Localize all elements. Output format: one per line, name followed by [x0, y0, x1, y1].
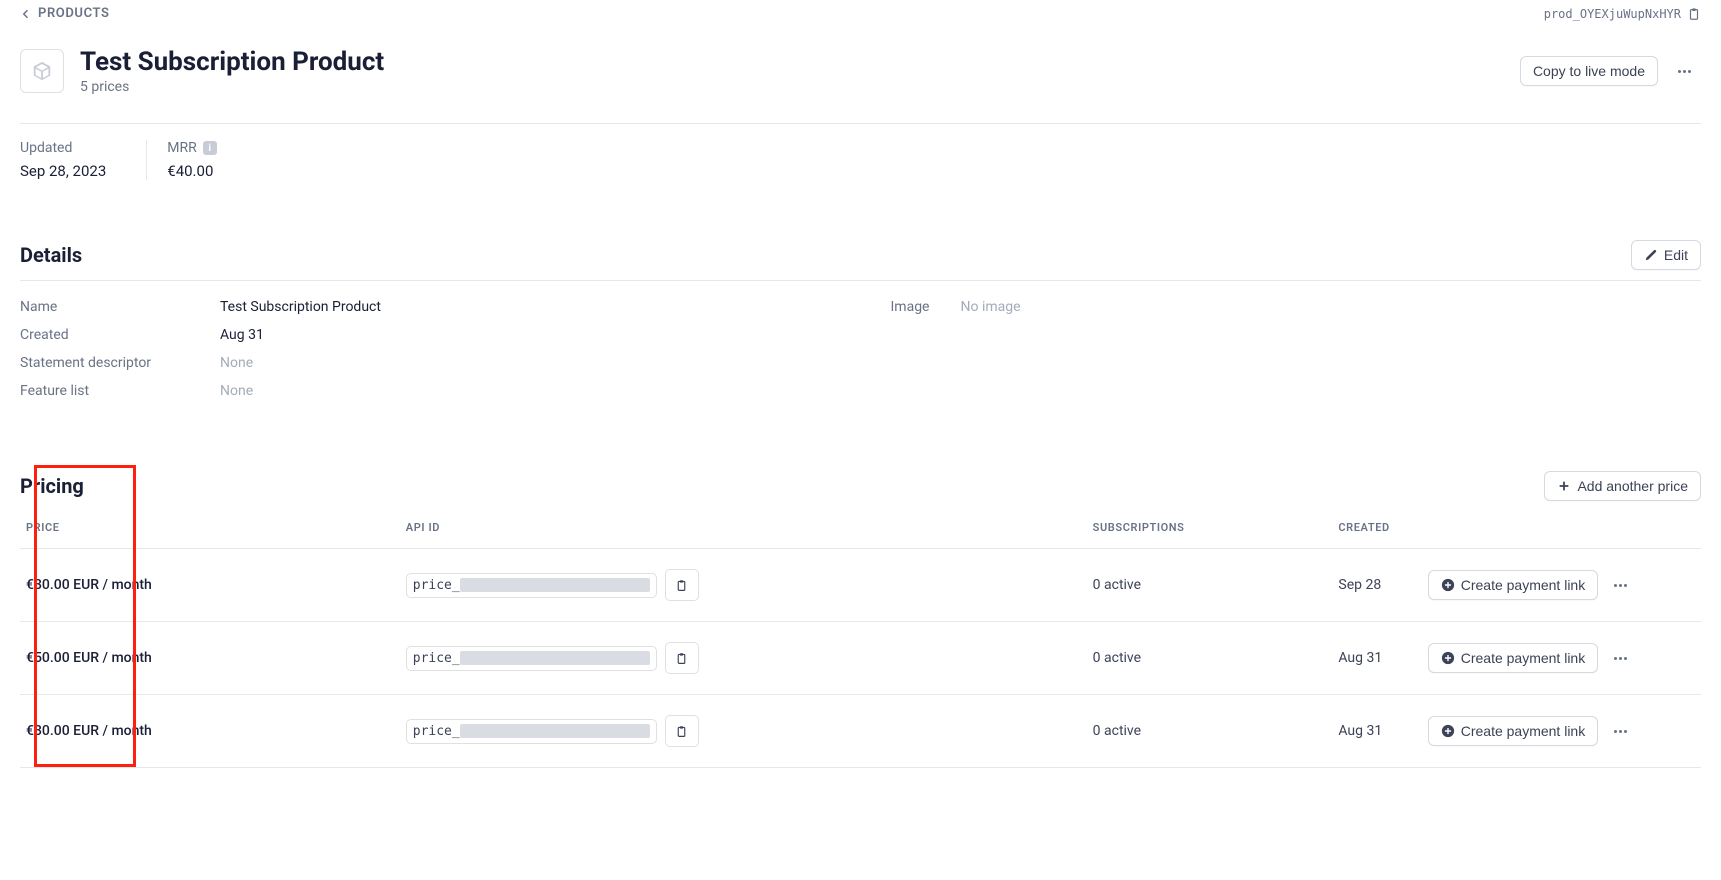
create-payment-link-button[interactable]: Create payment link	[1428, 570, 1599, 600]
create-payment-link-button[interactable]: Create payment link	[1428, 643, 1599, 673]
detail-image-value: No image	[961, 299, 1021, 315]
api-id-prefix: price_	[413, 724, 460, 739]
detail-created-value: Aug 31	[220, 327, 264, 343]
table-row[interactable]: €30.00 EUR / month price_ 0 active Aug 3…	[20, 695, 1701, 768]
detail-image-label: Image	[891, 299, 961, 315]
api-id-prefix: price_	[413, 651, 460, 666]
mrr-label: MRR	[167, 140, 196, 156]
api-id-box[interactable]: price_	[406, 573, 657, 598]
package-icon	[31, 60, 53, 82]
clipboard-icon	[675, 652, 688, 665]
table-row[interactable]: €30.00 EUR / month price_ 0 active Sep 2…	[20, 549, 1701, 622]
row-more-button[interactable]	[1608, 578, 1633, 593]
copy-to-live-mode-button[interactable]: Copy to live mode	[1520, 56, 1658, 86]
api-id-redacted	[460, 724, 650, 738]
add-another-price-button[interactable]: Add another price	[1544, 471, 1701, 501]
product-id[interactable]: prod_OYEXjuWupNxHYR	[1544, 7, 1701, 21]
clipboard-icon	[675, 725, 688, 738]
subscriptions-cell: 0 active	[1087, 695, 1333, 768]
page-subtitle: 5 prices	[80, 79, 384, 95]
created-cell: Aug 31	[1332, 695, 1421, 768]
col-api-id: API ID	[400, 507, 1087, 549]
detail-stmt-value: None	[220, 355, 253, 371]
detail-name-value: Test Subscription Product	[220, 299, 381, 315]
row-more-button[interactable]	[1608, 651, 1633, 666]
arrow-left-icon	[20, 8, 32, 20]
pricing-heading: Pricing	[20, 474, 84, 498]
clipboard-icon	[1687, 7, 1701, 21]
updated-label: Updated	[20, 140, 106, 156]
api-id-box[interactable]: price_	[406, 646, 657, 671]
page-title: Test Subscription Product	[80, 47, 384, 77]
more-icon	[1672, 64, 1697, 79]
clipboard-icon	[675, 579, 688, 592]
info-icon[interactable]: i	[203, 141, 217, 155]
copy-api-id-button[interactable]	[665, 715, 699, 747]
copy-api-id-button[interactable]	[665, 569, 699, 601]
created-cell: Sep 28	[1332, 549, 1421, 622]
breadcrumb-label: PRODUCTS	[38, 6, 110, 21]
edit-details-button[interactable]: Edit	[1631, 240, 1701, 270]
product-id-text: prod_OYEXjuWupNxHYR	[1544, 7, 1681, 21]
api-id-redacted	[460, 578, 650, 592]
copy-api-id-button[interactable]	[665, 642, 699, 674]
plus-circle-icon	[1441, 724, 1455, 738]
mrr-value: €40.00	[167, 162, 216, 180]
subscriptions-cell: 0 active	[1087, 549, 1333, 622]
updated-value: Sep 28, 2023	[20, 162, 106, 180]
price-cell: €50.00 EUR / month	[20, 622, 400, 695]
detail-stmt-label: Statement descriptor	[20, 355, 220, 371]
col-price: PRICE	[20, 507, 400, 549]
price-cell: €30.00 EUR / month	[20, 549, 400, 622]
api-id-prefix: price_	[413, 578, 460, 593]
details-heading: Details	[20, 243, 82, 267]
subscriptions-cell: 0 active	[1087, 622, 1333, 695]
pricing-table: PRICE API ID SUBSCRIPTIONS CREATED €30.0…	[20, 507, 1701, 768]
more-actions-button[interactable]	[1668, 60, 1701, 83]
pencil-icon	[1644, 248, 1658, 262]
created-cell: Aug 31	[1332, 622, 1421, 695]
row-more-button[interactable]	[1608, 724, 1633, 739]
plus-circle-icon	[1441, 651, 1455, 665]
api-id-box[interactable]: price_	[406, 719, 657, 744]
plus-icon	[1557, 479, 1571, 493]
create-payment-link-button[interactable]: Create payment link	[1428, 716, 1599, 746]
table-row[interactable]: €50.00 EUR / month price_ 0 active Aug 3…	[20, 622, 1701, 695]
detail-feat-label: Feature list	[20, 383, 220, 399]
detail-name-label: Name	[20, 299, 220, 315]
product-icon-placeholder	[20, 49, 64, 93]
plus-circle-icon	[1441, 578, 1455, 592]
detail-created-label: Created	[20, 327, 220, 343]
price-cell: €30.00 EUR / month	[20, 695, 400, 768]
api-id-redacted	[460, 651, 650, 665]
detail-feat-value: None	[220, 383, 253, 399]
breadcrumb-products[interactable]: PRODUCTS	[20, 6, 110, 21]
col-created: CREATED	[1332, 507, 1421, 549]
col-subscriptions: SUBSCRIPTIONS	[1087, 507, 1333, 549]
